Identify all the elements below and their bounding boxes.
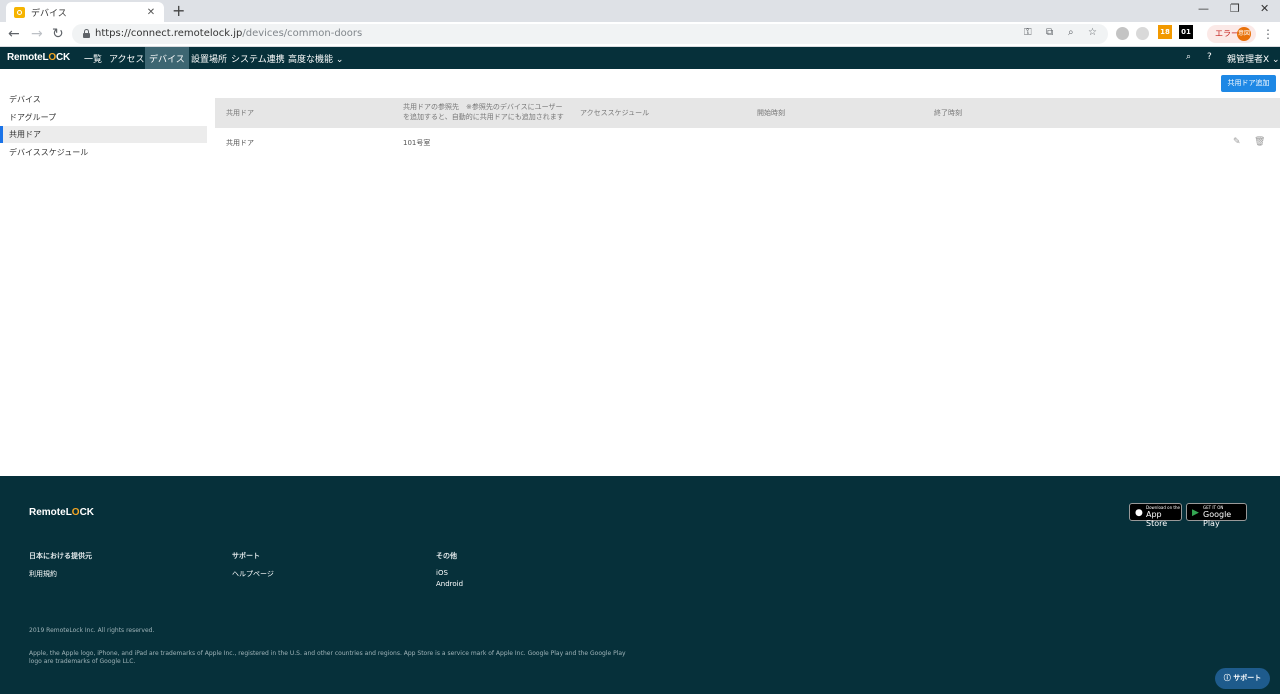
sidebar-item-devices[interactable]: デバイス xyxy=(0,91,207,108)
column-header-common-door: 共用ドア xyxy=(226,109,254,117)
back-icon[interactable]: ← xyxy=(8,26,20,42)
apple-icon: ● xyxy=(1135,508,1143,518)
column-header-access-schedule: アクセススケジュール xyxy=(580,109,650,117)
minimize-icon[interactable]: — xyxy=(1198,2,1209,15)
zoom-icon[interactable]: ⌕ xyxy=(1068,27,1074,38)
cell-common-door-name: 共用ドア xyxy=(226,139,254,147)
delete-trash-icon[interactable]: 🗑 xyxy=(1254,137,1265,147)
avatar: 意図 xyxy=(1237,27,1251,41)
extension-icon[interactable] xyxy=(1136,27,1149,40)
browser-toolbar: ← → ↻ https://connect.remotelock.jp/devi… xyxy=(0,22,1280,47)
extension-icon[interactable] xyxy=(1116,27,1129,40)
google-play-icon: ▶ xyxy=(1192,508,1199,518)
cell-reference: 101号室 xyxy=(403,139,431,147)
app-nav-bar: RemoteLOCK 一覧 アクセス デバイス 設置場所 システム連携 高度な機… xyxy=(0,47,1280,69)
legal-text: Apple, the Apple logo, iPhone, and iPad … xyxy=(29,650,626,665)
add-common-door-button[interactable]: 共用ドア追加 xyxy=(1221,75,1276,92)
address-bar[interactable]: https://connect.remotelock.jp/devices/co… xyxy=(72,24,1108,44)
footer-remotelock-logo: RemoteLOCK xyxy=(29,507,95,518)
copyright-text: 2019 RemoteLock Inc. All rights reserved… xyxy=(29,627,155,634)
table-header: 共用ドア 共用ドアの参照先 ※参照先のデバイスにユーザー を追加すると、自動的に… xyxy=(215,98,1280,128)
sidebar-item-device-schedules[interactable]: デバイススケジュール xyxy=(0,144,207,161)
nav-item-locations[interactable]: 設置場所 xyxy=(187,47,231,69)
remotelock-logo[interactable]: RemoteLOCK xyxy=(7,52,70,63)
new-tab-icon[interactable]: + xyxy=(172,3,185,19)
lock-icon xyxy=(83,29,90,38)
android-link[interactable]: Android xyxy=(436,580,463,588)
footer: RemoteLOCK 日本における提供元 利用規約 サポート ヘルプページ その… xyxy=(0,476,1280,694)
extension-counter-icon[interactable]: 01 xyxy=(1179,25,1193,39)
help-page-link[interactable]: ヘルプページ xyxy=(232,569,274,579)
tab-title: デバイス xyxy=(31,8,67,19)
profile-label: エラー xyxy=(1215,29,1239,38)
footer-heading-support: サポート xyxy=(232,552,260,560)
search-icon[interactable]: ⌕ xyxy=(1186,52,1191,62)
extension-badge-icon[interactable]: 18 xyxy=(1158,25,1172,39)
nav-item-access[interactable]: アクセス xyxy=(105,47,149,69)
nav-item-devices[interactable]: デバイス xyxy=(145,47,189,69)
bookmark-star-icon[interactable]: ☆ xyxy=(1088,27,1097,38)
sidebar-item-common-doors[interactable]: 共用ドア xyxy=(0,126,207,143)
column-header-reference: 共用ドアの参照先 ※参照先のデバイスにユーザー を追加すると、自動的に共用ドアに… xyxy=(403,103,564,121)
browser-menu-icon[interactable]: ⋮ xyxy=(1262,27,1274,41)
edit-pencil-icon[interactable]: ✎ xyxy=(1233,137,1241,147)
table-row: 共用ドア 101号室 ✎ 🗑 xyxy=(215,128,1280,156)
window-close-icon[interactable]: ✕ xyxy=(1260,2,1269,15)
column-header-start-time: 開始時刻 xyxy=(757,109,785,117)
user-menu[interactable]: 親管理者X ⌄ xyxy=(1227,52,1280,65)
column-header-end-time: 終了時刻 xyxy=(934,109,962,117)
tab-close-icon[interactable]: ✕ xyxy=(144,7,158,18)
translate-icon[interactable]: ⧉ xyxy=(1046,27,1053,38)
sidebar-item-door-groups[interactable]: ドアグループ xyxy=(0,109,207,126)
nav-item-integrations[interactable]: システム連携 xyxy=(227,47,289,69)
footer-heading-provider: 日本における提供元 xyxy=(29,552,92,560)
profile-button[interactable]: エラー 意図 xyxy=(1207,25,1256,43)
url-text: https://connect.remotelock.jp/devices/co… xyxy=(95,28,363,39)
browser-tab-bar: デバイス ✕ + — ❐ ✕ xyxy=(0,0,1280,22)
nav-item-list[interactable]: 一覧 xyxy=(80,47,106,69)
help-circle-icon: ⓘ xyxy=(1223,674,1234,682)
reload-icon[interactable]: ↻ xyxy=(52,26,64,42)
key-icon[interactable]: ⚿ xyxy=(1024,27,1032,38)
ios-link[interactable]: iOS xyxy=(436,569,448,577)
remotelock-favicon-icon xyxy=(14,6,25,18)
footer-heading-other: その他 xyxy=(436,552,457,560)
google-play-badge[interactable]: ▶ GET IT ON Google Play xyxy=(1186,503,1247,528)
forward-icon[interactable]: → xyxy=(31,26,43,42)
restore-icon[interactable]: ❐ xyxy=(1230,2,1240,15)
terms-link[interactable]: 利用規約 xyxy=(29,569,57,579)
browser-tab[interactable]: デバイス ✕ xyxy=(6,2,164,22)
support-button[interactable]: ⓘ サポート xyxy=(1215,668,1270,689)
app-store-badge[interactable]: ● Download on the App Store xyxy=(1129,503,1182,528)
nav-item-advanced[interactable]: 高度な機能 ⌄ xyxy=(284,47,347,69)
help-icon[interactable]: ? xyxy=(1207,52,1212,62)
